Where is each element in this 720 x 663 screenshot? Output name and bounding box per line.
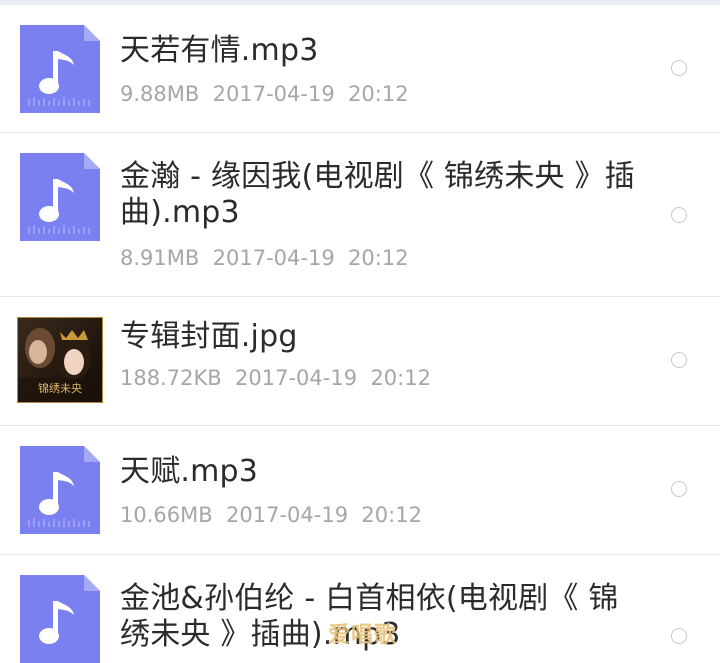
file-date: 2017-04-19 [212,246,335,270]
select-radio[interactable] [671,60,687,76]
file-row[interactable]: 金瀚 - 缘因我(电视剧《 锦绣未央 》插曲).mp3 8.91MB 2017-… [0,133,720,297]
file-row[interactable]: 锦绣未央 专辑封面.jpg 188.72KB 2017-04-19 20:12 [0,297,720,426]
music-file-icon [20,25,100,113]
file-meta: 9.88MB 2017-04-19 20:12 [120,81,409,107]
file-size: 9.88MB [120,82,200,106]
watermark: 爱唱歌 [328,623,398,648]
file-size: 188.72KB [120,366,222,390]
file-size: 10.66MB [120,503,213,527]
file-date: 2017-04-19 [226,503,349,527]
music-file-icon [20,575,100,663]
file-time: 20:12 [361,503,422,527]
music-file-icon [20,153,100,241]
file-name: 天赋.mp3 [120,454,259,489]
select-radio[interactable] [671,352,687,368]
file-size: 8.91MB [120,246,200,270]
file-meta: 188.72KB 2017-04-19 20:12 [120,365,431,391]
file-row[interactable]: 天赋.mp3 10.66MB 2017-04-19 20:12 [0,426,720,555]
file-row[interactable]: 天若有情.mp3 9.88MB 2017-04-19 20:12 [0,5,720,133]
file-name: 金瀚 - 缘因我(电视剧《 锦绣未央 》插曲).mp3 [120,159,635,230]
album-cover-image: 锦绣未央 [18,318,102,402]
file-name: 专辑封面.jpg [120,319,298,354]
file-time: 20:12 [370,366,431,390]
file-time: 20:12 [348,82,409,106]
select-radio[interactable] [671,628,687,644]
file-meta: 10.66MB 2017-04-19 20:12 [120,502,422,528]
file-date: 2017-04-19 [235,366,358,390]
music-file-icon [20,446,100,534]
file-name: 天若有情.mp3 [120,33,319,68]
cover-title: 锦绣未央 [38,381,82,395]
file-date: 2017-04-19 [212,82,335,106]
select-radio[interactable] [671,207,687,223]
file-meta: 8.91MB 2017-04-19 20:12 [120,245,409,271]
album-cover-thumbnail: 锦绣未央 [17,317,103,403]
file-list: 天若有情.mp3 9.88MB 2017-04-19 20:12 金瀚 - 缘因… [0,5,720,663]
select-radio[interactable] [671,481,687,497]
file-time: 20:12 [348,246,409,270]
